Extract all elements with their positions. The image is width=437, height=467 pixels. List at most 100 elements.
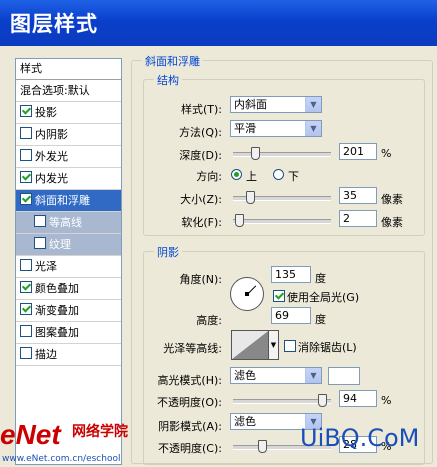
dialog-body: 样式 混合选项:默认 投影 内阴影 外发光 内发光 斜面和浮雕 等高线 纹理 光泽 颜色叠加 渐变… bbox=[0, 46, 437, 467]
technique-select[interactable]: 平滑 ▼ bbox=[230, 120, 322, 137]
gloss-contour-preview[interactable] bbox=[231, 330, 269, 360]
angle-input[interactable]: 135 bbox=[271, 266, 311, 283]
shadow-opacity-thumb[interactable] bbox=[258, 440, 267, 453]
depth-slider-thumb[interactable] bbox=[251, 147, 260, 160]
style-item-checkbox[interactable] bbox=[20, 149, 32, 161]
direction-down-radio[interactable] bbox=[273, 169, 284, 180]
contour-curve-icon bbox=[232, 331, 268, 359]
size-slider-thumb[interactable] bbox=[246, 191, 255, 204]
angle-label: 角度(N): bbox=[179, 273, 222, 286]
style-item-10[interactable]: 图案叠加 bbox=[16, 322, 121, 344]
window-title: 图层样式 bbox=[10, 12, 98, 36]
direction-up-radio[interactable] bbox=[231, 169, 242, 180]
style-item-6[interactable]: 纹理 bbox=[16, 234, 121, 256]
style-item-5[interactable]: 等高线 bbox=[16, 212, 121, 234]
altitude-label: 高度: bbox=[196, 314, 222, 327]
highlight-opacity-thumb[interactable] bbox=[318, 394, 327, 407]
style-item-label: 光泽 bbox=[35, 260, 57, 273]
depth-slider[interactable] bbox=[233, 147, 331, 160]
style-item-4[interactable]: 斜面和浮雕 bbox=[16, 190, 121, 212]
uibq-logo: UiBQ.CoM bbox=[300, 424, 420, 452]
style-item-checkbox[interactable] bbox=[34, 215, 46, 227]
style-item-3[interactable]: 内发光 bbox=[16, 168, 121, 190]
style-item-label: 内阴影 bbox=[35, 128, 68, 141]
chevron-down-icon[interactable]: ▼ bbox=[305, 368, 321, 383]
altitude-input[interactable]: 69 bbox=[271, 307, 311, 324]
shadow-opacity-label: 不透明度(C): bbox=[158, 442, 222, 455]
size-unit: 像素 bbox=[381, 193, 403, 206]
shadow-mode-label: 阴影模式(A): bbox=[158, 420, 222, 433]
style-item-1[interactable]: 内阴影 bbox=[16, 124, 121, 146]
style-item-8[interactable]: 颜色叠加 bbox=[16, 278, 121, 300]
soften-input[interactable]: 2 bbox=[339, 210, 377, 227]
angle-dial[interactable] bbox=[230, 277, 264, 311]
soften-slider-thumb[interactable] bbox=[235, 214, 244, 227]
highlight-opacity-input[interactable]: 94 bbox=[339, 390, 377, 407]
style-item-label: 渐变叠加 bbox=[35, 304, 79, 317]
soften-slider[interactable] bbox=[233, 214, 331, 227]
depth-label: 深度(D): bbox=[179, 149, 222, 162]
anti-alias-label[interactable]: 消除锯齿(L) bbox=[298, 339, 357, 355]
anti-alias-checkbox[interactable] bbox=[284, 340, 296, 352]
highlight-opacity-label: 不透明度(O): bbox=[157, 396, 222, 409]
style-list-header[interactable]: 样式 bbox=[16, 59, 121, 80]
bevel-emboss-legend: 斜面和浮雕 bbox=[142, 53, 203, 69]
style-item-checkbox[interactable] bbox=[20, 259, 32, 271]
gloss-contour-dropdown[interactable]: ▼ bbox=[269, 330, 279, 360]
style-item-label: 图案叠加 bbox=[35, 326, 79, 339]
style-item-checkbox[interactable] bbox=[20, 347, 32, 359]
global-light-label[interactable]: 使用全局光(G) bbox=[287, 289, 359, 305]
style-list: 样式 混合选项:默认 投影内阴影外发光内发光斜面和浮雕等高线纹理光泽颜色叠加渐变… bbox=[15, 58, 122, 465]
chevron-down-icon[interactable]: ▼ bbox=[305, 121, 321, 136]
global-light-checkbox[interactable] bbox=[273, 290, 285, 302]
soften-label: 软化(F): bbox=[181, 216, 222, 229]
highlight-mode-label: 高光模式(H): bbox=[157, 374, 222, 387]
highlight-color-swatch[interactable] bbox=[328, 367, 360, 385]
style-item-label: 外发光 bbox=[35, 150, 68, 163]
structure-legend: 结构 bbox=[154, 72, 182, 88]
enet-url: www.eNet.com.cn/eschool bbox=[2, 454, 121, 464]
style-label: 样式(T): bbox=[180, 103, 222, 116]
chevron-down-icon[interactable]: ▼ bbox=[305, 97, 321, 112]
shading-legend: 阴影 bbox=[154, 244, 182, 260]
style-item-11[interactable]: 描边 bbox=[16, 344, 121, 366]
direction-up-label[interactable]: 上 bbox=[246, 168, 257, 184]
style-item-checkbox[interactable] bbox=[20, 171, 32, 183]
style-item-label: 颜色叠加 bbox=[35, 282, 79, 295]
shadow-mode-value: 滤色 bbox=[234, 415, 256, 428]
soften-unit: 像素 bbox=[381, 216, 403, 229]
angle-dial-hand bbox=[247, 285, 257, 295]
style-item-label: 内发光 bbox=[35, 172, 68, 185]
style-item-label: 描边 bbox=[35, 348, 57, 361]
enet-logo-cn: 网络学院 bbox=[72, 424, 128, 440]
style-item-checkbox[interactable] bbox=[20, 303, 32, 315]
style-item-0[interactable]: 投影 bbox=[16, 102, 121, 124]
style-item-checkbox[interactable] bbox=[34, 237, 46, 249]
highlight-mode-select[interactable]: 滤色 ▼ bbox=[230, 367, 322, 384]
size-input[interactable]: 35 bbox=[339, 187, 377, 204]
direction-down-label[interactable]: 下 bbox=[288, 168, 299, 184]
style-item-label: 纹理 bbox=[49, 238, 71, 251]
style-item-2[interactable]: 外发光 bbox=[16, 146, 121, 168]
style-select-value: 内斜面 bbox=[234, 98, 267, 111]
highlight-opacity-slider[interactable] bbox=[233, 394, 331, 407]
size-slider[interactable] bbox=[233, 191, 331, 204]
direction-label: 方向: bbox=[196, 170, 222, 183]
style-item-label: 投影 bbox=[35, 106, 57, 119]
style-item-9[interactable]: 渐变叠加 bbox=[16, 300, 121, 322]
highlight-mode-value: 滤色 bbox=[234, 369, 256, 382]
style-item-checkbox[interactable] bbox=[20, 281, 32, 293]
style-item-checkbox[interactable] bbox=[20, 105, 32, 117]
style-item-label: 等高线 bbox=[49, 216, 82, 229]
style-item-checkbox[interactable] bbox=[20, 127, 32, 139]
size-label: 大小(Z): bbox=[180, 193, 222, 206]
style-item-checkbox[interactable] bbox=[20, 193, 32, 205]
angle-unit: 度 bbox=[315, 272, 326, 285]
depth-input[interactable]: 201 bbox=[339, 143, 377, 160]
blend-options-item[interactable]: 混合选项:默认 bbox=[16, 80, 121, 102]
style-item-7[interactable]: 光泽 bbox=[16, 256, 121, 278]
enet-logo: eNet bbox=[0, 419, 61, 450]
style-select[interactable]: 内斜面 ▼ bbox=[230, 96, 322, 113]
title-bar[interactable]: 图层样式 bbox=[0, 0, 437, 46]
style-item-checkbox[interactable] bbox=[20, 325, 32, 337]
